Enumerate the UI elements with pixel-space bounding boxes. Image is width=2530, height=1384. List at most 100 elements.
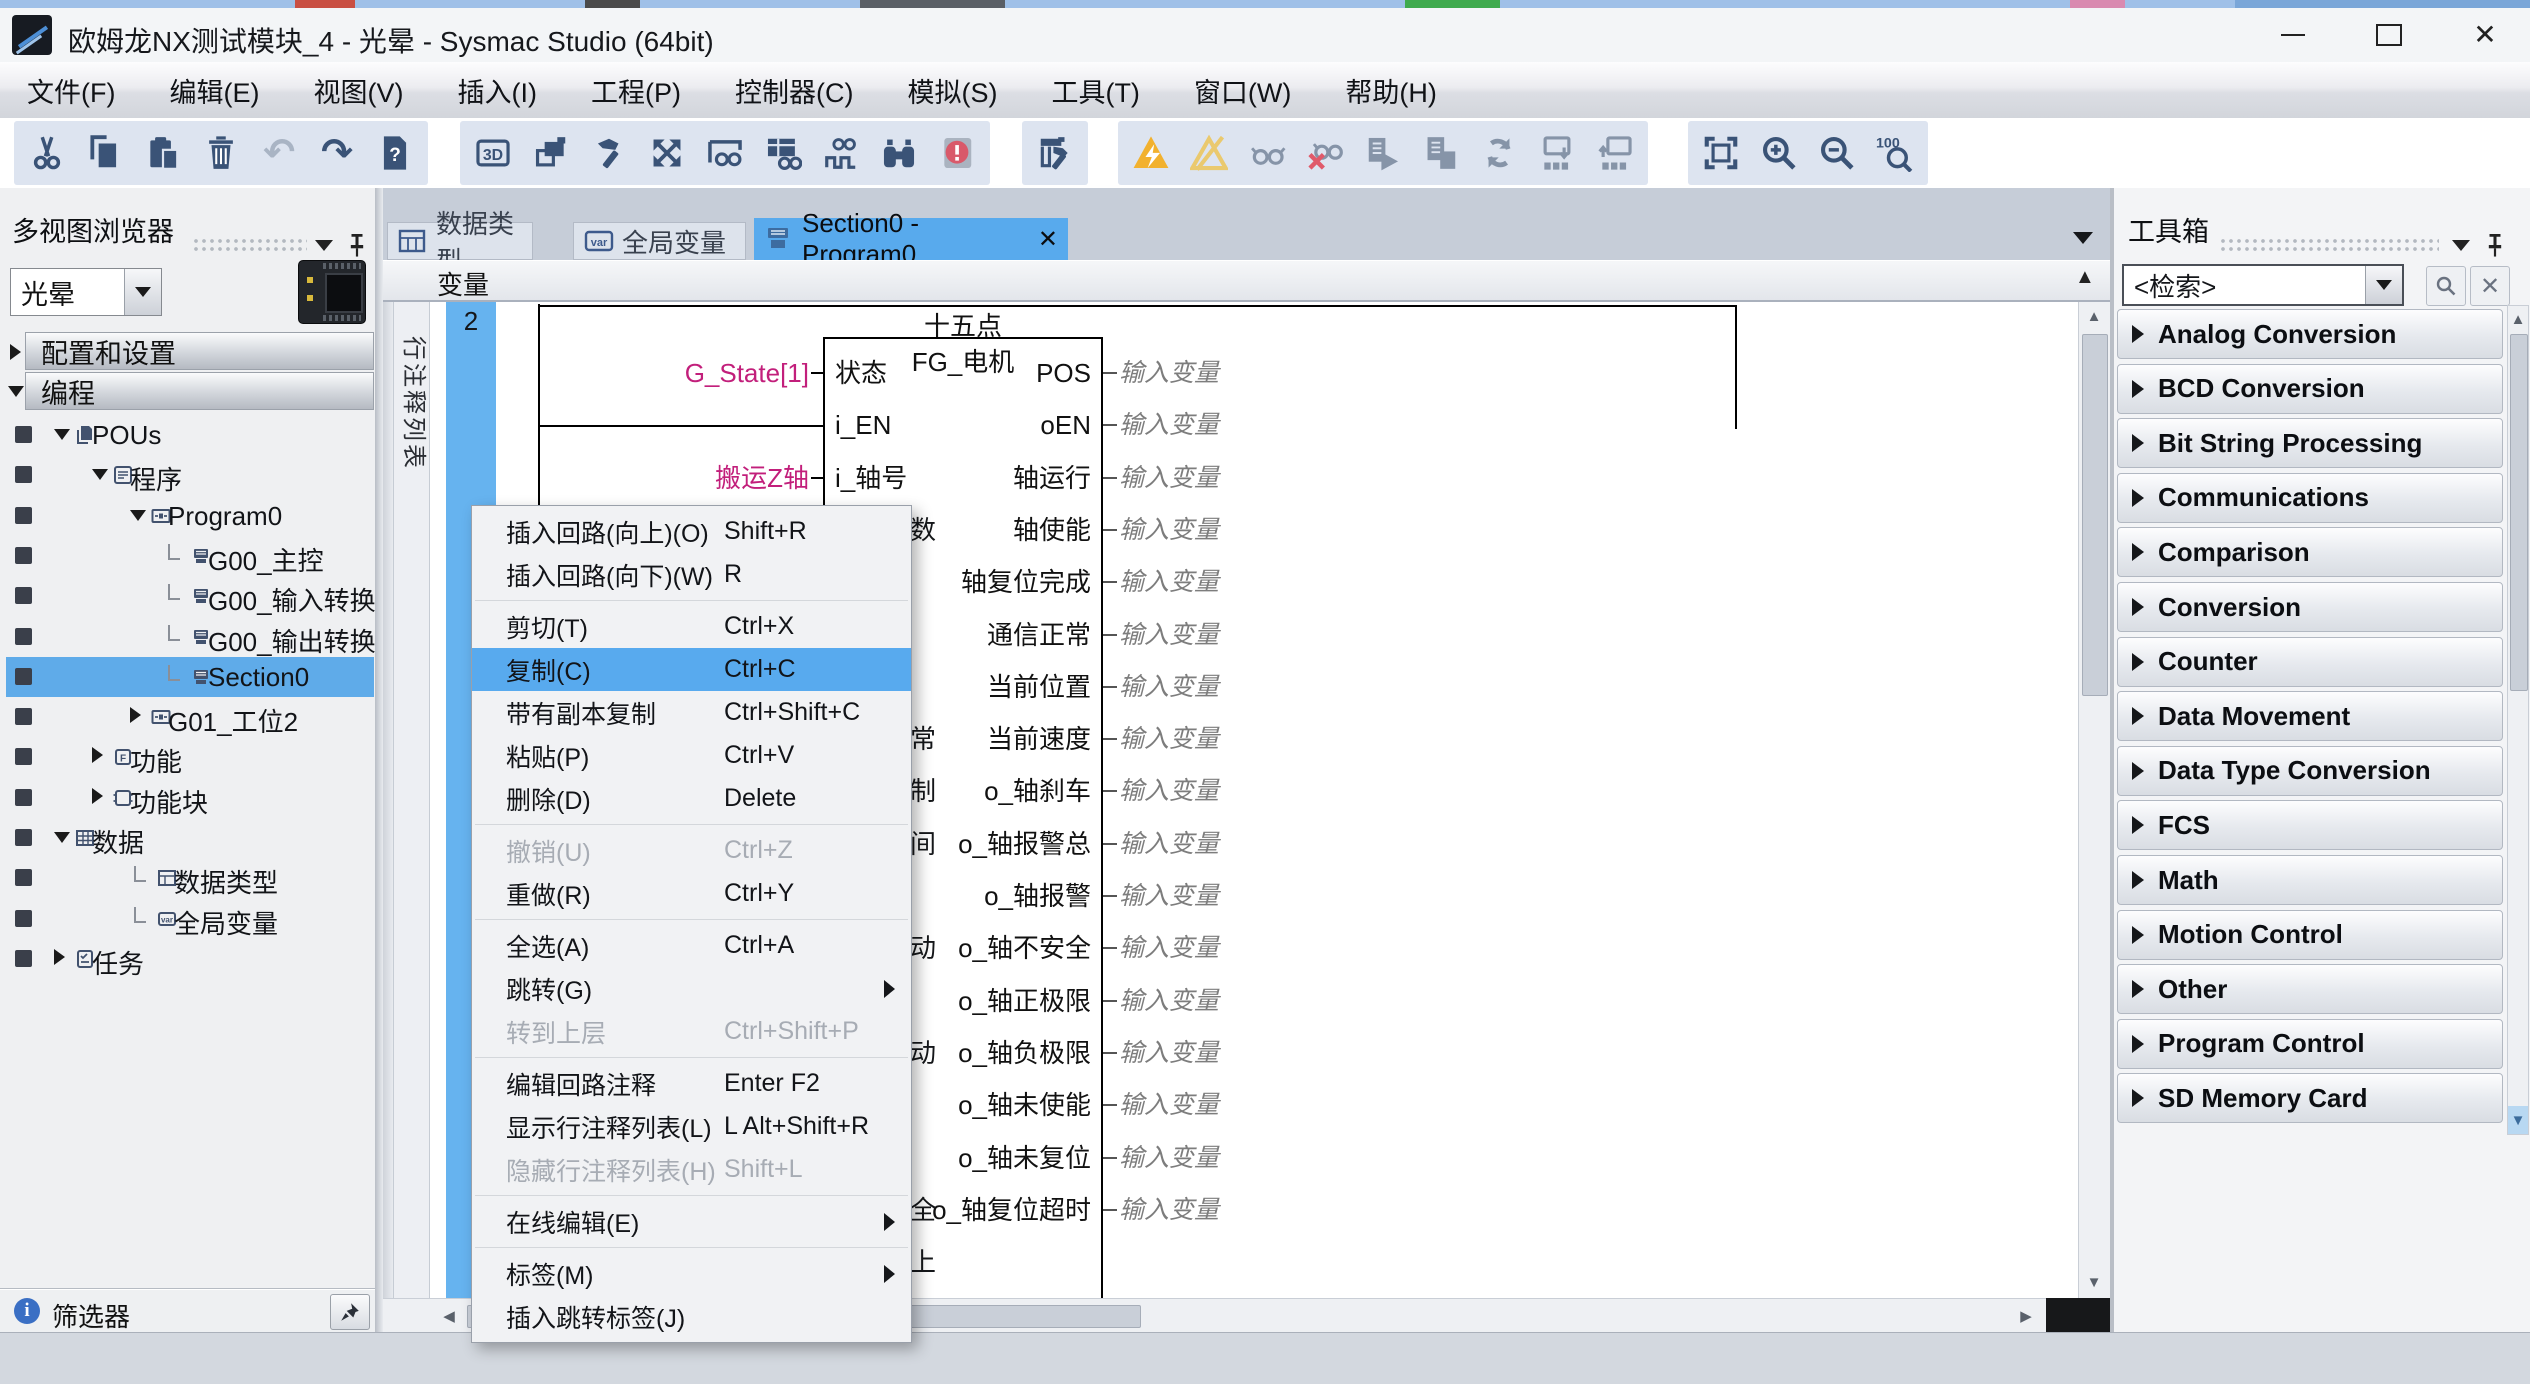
output-operand-placeholder[interactable]: 输入变量 (1119, 357, 1219, 389)
device-selector[interactable]: 光晕 (10, 268, 162, 316)
input-variable[interactable]: 搬运Z轴 (533, 462, 809, 494)
transfer-to-controller-button[interactable] (1528, 124, 1586, 182)
output-operand-placeholder[interactable]: 输入变量 (1119, 828, 1219, 860)
context-menu-item-删除(D)[interactable]: 删除(D)Delete (472, 777, 911, 820)
chevron-down-icon[interactable] (54, 832, 70, 843)
splitter[interactable] (375, 188, 383, 1332)
menubar-item[interactable]: 文件(F) (0, 62, 142, 118)
search-button[interactable] (2426, 266, 2466, 306)
transfer-copy-button[interactable] (1412, 124, 1470, 182)
toolbox-category-Data Movement[interactable]: Data Movement (2117, 691, 2503, 741)
tree-item-任务[interactable]: 任务 (0, 939, 375, 979)
chevron-down-icon[interactable] (8, 386, 24, 397)
window-layout-button[interactable] (522, 124, 580, 182)
context-menu-item-编辑回路注释[interactable]: 编辑回路注释Enter F2 (472, 1062, 911, 1105)
minimize-button[interactable] (2262, 8, 2324, 61)
tree-item-数据类型[interactable]: 数据类型 (0, 858, 375, 898)
clear-search-button[interactable]: ✕ (2470, 266, 2510, 306)
scroll-right-icon[interactable]: ▶ (2010, 1303, 2042, 1329)
output-operand-placeholder[interactable]: 输入变量 (1119, 723, 1219, 755)
build-button[interactable] (580, 124, 638, 182)
collapse-up-icon[interactable]: ▲ (2075, 266, 2095, 289)
output-operand-placeholder[interactable]: 输入变量 (1119, 1089, 1219, 1121)
go-online-button[interactable] (1122, 124, 1180, 182)
tree-item-全局变量[interactable]: var全局变量 (0, 899, 375, 939)
tree-item-G00_输出转换[interactable]: G00_输出转换 (0, 617, 375, 657)
toolbox-category-Counter[interactable]: Counter (2117, 637, 2503, 687)
tab-list-dropdown-icon[interactable] (2073, 232, 2093, 244)
io-waveform-button[interactable] (812, 124, 870, 182)
paste-button[interactable] (134, 124, 192, 182)
tab-Section0 - Program0[interactable]: Section0 - Program0✕ (754, 218, 1068, 260)
chevron-right-icon[interactable] (92, 788, 103, 804)
context-menu-item-标签(M)[interactable]: 标签(M) (472, 1252, 911, 1295)
context-menu-item-插入回路(向下)(W)[interactable]: 插入回路(向下)(W)R (472, 553, 911, 596)
scroll-up-icon[interactable]: ▲ (2508, 306, 2528, 332)
execute-button[interactable] (1354, 124, 1412, 182)
rung-comment-strip[interactable]: 行注释列表 (393, 302, 430, 1298)
output-operand-placeholder[interactable]: 输入变量 (1119, 566, 1219, 598)
vertical-scrollbar[interactable]: ▲ ▼ (2078, 302, 2110, 1298)
toolbox-search-combo[interactable]: <检索> (2122, 264, 2404, 306)
toolbox-category-Data Type Conversion[interactable]: Data Type Conversion (2117, 746, 2503, 796)
filter-pin-button[interactable] (330, 1294, 370, 1330)
rebuild-button[interactable] (638, 124, 696, 182)
chevron-down-icon[interactable] (2452, 240, 2470, 251)
menubar-item[interactable]: 编辑(E) (142, 62, 286, 118)
context-menu-item-在线编辑(E)[interactable]: 在线编辑(E) (472, 1200, 911, 1243)
chevron-right-icon[interactable] (54, 949, 65, 965)
tree-item-数据[interactable]: 数据 (0, 818, 375, 858)
scroll-up-icon[interactable]: ▲ (2079, 302, 2109, 330)
menubar-item[interactable]: 窗口(W) (1167, 62, 1318, 118)
device-dropdown-button[interactable] (124, 269, 161, 315)
toolbox-category-Math[interactable]: Math (2117, 855, 2503, 905)
tree-item-G00_主控[interactable]: G00_主控 (0, 536, 375, 576)
tree-item-Program0[interactable]: Program0 (0, 496, 375, 536)
delete-button[interactable] (192, 124, 250, 182)
menubar-item[interactable]: 工程(P) (564, 62, 708, 118)
output-operand-placeholder[interactable]: 输入变量 (1119, 514, 1219, 546)
tree-item-G01_工位2[interactable]: G01_工位2 (0, 697, 375, 737)
search-binoculars-button[interactable] (870, 124, 928, 182)
toolbox-category-Conversion[interactable]: Conversion (2117, 582, 2503, 632)
output-operand-placeholder[interactable]: 输入变量 (1119, 985, 1219, 1017)
zoom-out-button[interactable] (1808, 124, 1866, 182)
toolbox-category-SD Memory Card[interactable]: SD Memory Card (2117, 1073, 2503, 1123)
section-configuration[interactable]: 配置和设置 (25, 332, 374, 370)
zoom-100-button[interactable]: 100 (1866, 124, 1924, 182)
menubar-item[interactable]: 视图(V) (286, 62, 430, 118)
context-menu-item-插入跳转标签(J)[interactable]: 插入跳转标签(J) (472, 1295, 911, 1338)
tree-item-功能[interactable]: F功能 (0, 737, 375, 777)
monitor-button[interactable] (1238, 124, 1296, 182)
tab-全局变量[interactable]: var全局变量 (573, 222, 746, 260)
context-menu-item-重做(R)[interactable]: 重做(R)Ctrl+Y (472, 872, 911, 915)
stop-monitor-button[interactable] (1296, 124, 1354, 182)
chevron-down-icon[interactable] (315, 240, 333, 251)
tree-item-Section0[interactable]: Section0 (0, 657, 375, 697)
scroll-down-icon[interactable]: ▼ (2508, 1106, 2528, 1134)
chevron-right-icon[interactable] (130, 707, 141, 723)
tree-item-功能块[interactable]: 功能块 (0, 778, 375, 818)
toolbox-category-Motion Control[interactable]: Motion Control (2117, 910, 2503, 960)
search-dropdown-button[interactable] (2365, 266, 2402, 304)
output-operand-placeholder[interactable]: 输入变量 (1119, 775, 1219, 807)
fit-zoom-button[interactable] (1692, 124, 1750, 182)
output-operand-placeholder[interactable]: 输入变量 (1119, 1194, 1219, 1226)
scroll-left-icon[interactable]: ◀ (433, 1303, 465, 1329)
tree-item-程序[interactable]: 程序 (0, 455, 375, 495)
section-programming[interactable]: 编程 (25, 372, 374, 410)
scrollbar-thumb[interactable] (2082, 334, 2108, 696)
toolbox-category-Comparison[interactable]: Comparison (2117, 527, 2503, 577)
synchronize-button[interactable] (1470, 124, 1528, 182)
output-operand-placeholder[interactable]: 输入变量 (1119, 619, 1219, 651)
toolbox-scrollbar[interactable]: ▲ ▼ (2507, 305, 2529, 1135)
variable-bar[interactable]: 变量 ▲ (383, 260, 2110, 302)
scrollbar-thumb[interactable] (2510, 334, 2528, 691)
3d-view-button[interactable]: 3D (464, 124, 522, 182)
output-operand-placeholder[interactable]: 输入变量 (1119, 1037, 1219, 1069)
toolbox-category-Communications[interactable]: Communications (2117, 473, 2503, 523)
menubar-item[interactable]: 帮助(H) (1318, 62, 1463, 118)
tree-item-G00_输入转换[interactable]: G00_输入转换 (0, 576, 375, 616)
go-offline-button[interactable] (1180, 124, 1238, 182)
toolbox-category-Other[interactable]: Other (2117, 964, 2503, 1014)
